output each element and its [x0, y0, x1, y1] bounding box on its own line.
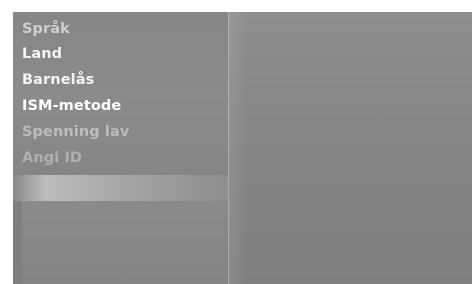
menu-item-child-lock[interactable]: Barnelås: [22, 71, 94, 89]
settings-menu: Språk Land Barnelås ISM-metode Spenning …: [13, 12, 228, 175]
menu-highlight-glow: [13, 175, 228, 201]
tv-screen: Språk Land Barnelås ISM-metode Spenning …: [13, 12, 472, 284]
menu-item-set-id[interactable]: Angi ID: [22, 149, 82, 167]
lower-left-strip: [13, 201, 22, 284]
submenu-panel: [228, 12, 472, 284]
menu-item-low-voltage[interactable]: Spenning lav: [22, 123, 129, 141]
menu-item-language[interactable]: Språk: [22, 20, 70, 38]
menu-item-country[interactable]: Land: [22, 45, 62, 63]
menu-item-ism-method[interactable]: ISM-metode: [22, 97, 121, 115]
description-panel: [22, 201, 228, 284]
